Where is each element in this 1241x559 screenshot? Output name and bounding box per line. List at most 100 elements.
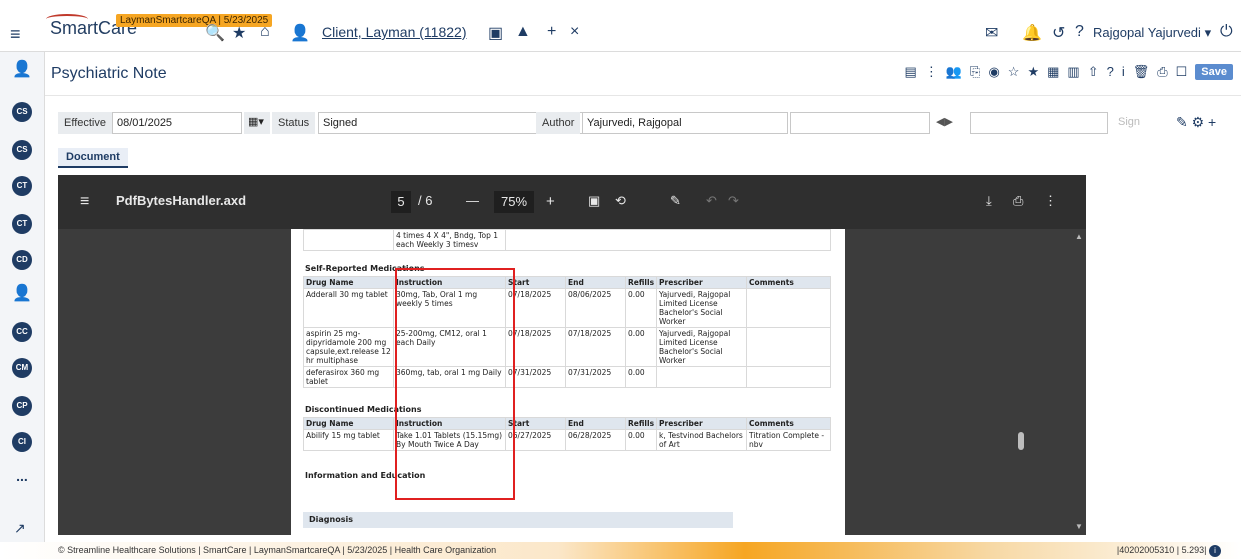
nav-arrows-icon[interactable]: ◀▶ bbox=[932, 112, 970, 134]
client-card-icon[interactable]: ▣ bbox=[488, 23, 503, 43]
calendar-icon[interactable]: ▦ bbox=[1047, 64, 1059, 80]
user-menu[interactable]: Rajgopal Yajurvedi ▾ bbox=[1093, 25, 1211, 41]
table-row: Adderall 30 mg tablet 30mg, Tab, Oral 1 m… bbox=[303, 288, 831, 328]
effective-label: Effective bbox=[58, 112, 114, 134]
scrollbar-thumb[interactable] bbox=[1018, 432, 1024, 450]
viewer-more-icon[interactable]: ⋮ bbox=[1044, 193, 1057, 209]
diagnosis-title: Diagnosis bbox=[303, 512, 733, 528]
book-icon[interactable]: ▥ bbox=[1067, 64, 1079, 80]
sidebar-item-ct-1[interactable]: CT bbox=[12, 176, 32, 196]
goto-icon[interactable]: ◉ bbox=[988, 64, 999, 80]
annotate-icon[interactable]: ✎ bbox=[670, 193, 681, 209]
star-icon[interactable]: ★ bbox=[232, 23, 246, 43]
document-header: Psychiatric Note ▤ ⋮ 👥 ⎘ ◉ ☆ ★ ▦ ▥ ⇧ ? i… bbox=[45, 52, 1241, 96]
star-outline-icon[interactable]: ☆ bbox=[1008, 64, 1020, 80]
sidebar-person-icon-2[interactable]: 👤 bbox=[12, 284, 32, 304]
sidebar-item-cc[interactable]: CC bbox=[12, 322, 32, 342]
left-sidebar: 👤 CS CS CT CT CD 👤 CC CM CP CI ... bbox=[0, 52, 45, 542]
environment-tag: LaymanSmartcareQA | 5/23/2025 bbox=[116, 14, 273, 27]
sidebar-item-cs-2[interactable]: CS bbox=[12, 140, 32, 160]
page-number-input[interactable]: 5 bbox=[391, 191, 411, 213]
download-icon[interactable]: ⤓ bbox=[986, 193, 992, 209]
highlight-box bbox=[395, 268, 515, 500]
search-icon[interactable]: 🔍 bbox=[205, 23, 225, 43]
logo-swoosh bbox=[46, 14, 88, 24]
zoom-in-button[interactable]: + bbox=[546, 193, 555, 210]
star-filled-icon[interactable]: ★ bbox=[1027, 64, 1039, 80]
upload-icon[interactable]: ⇧ bbox=[1088, 64, 1099, 80]
calendar-dropdown-icon[interactable]: ▦▾ bbox=[244, 112, 270, 134]
print-icon[interactable]: ⎙ bbox=[1157, 64, 1167, 80]
delete-icon[interactable]: 🗑 bbox=[1133, 64, 1150, 80]
footer-version: |40202005310 | 5.293| i bbox=[1117, 542, 1221, 559]
alert-icon[interactable]: ▲ bbox=[515, 23, 531, 41]
client-name-link[interactable]: Client, Layman (11822) bbox=[322, 24, 466, 40]
redo-icon[interactable]: ↷ bbox=[728, 193, 739, 209]
viewer-menu-icon[interactable]: ≡ bbox=[80, 193, 89, 211]
sidebar-more-icon[interactable]: ... bbox=[12, 466, 32, 486]
external-link-icon[interactable]: ↗ bbox=[14, 520, 26, 537]
sidebar-item-cp[interactable]: CP bbox=[12, 396, 32, 416]
table-row: Abilify 15 mg tablet Take 1.01 Tablets (1… bbox=[303, 429, 831, 451]
sidebar-item-ct-2[interactable]: CT bbox=[12, 214, 32, 234]
help-icon-2[interactable]: ? bbox=[1107, 64, 1114, 80]
new-document-icon[interactable]: ☐ bbox=[1176, 64, 1188, 80]
footer-copyright: © Streamline Healthcare Solutions | Smar… bbox=[58, 545, 497, 555]
author-label: Author bbox=[536, 112, 581, 134]
status-label: Status bbox=[272, 112, 316, 134]
add-icon[interactable]: + bbox=[547, 23, 556, 41]
table-header-row: Drug Name Instruction Start End Refills Presc… bbox=[303, 417, 831, 430]
tab-document[interactable]: Document bbox=[58, 148, 128, 168]
page-total: / 6 bbox=[418, 193, 433, 208]
pdf-viewer: ≡ PdfBytesHandler.axd 5 / 6 — 75% + ▣ ⟲ … bbox=[58, 175, 1086, 535]
undo-icon[interactable]: ↶ bbox=[706, 193, 717, 209]
page-title: Psychiatric Note bbox=[51, 65, 167, 82]
scroll-up-icon[interactable]: ▲ bbox=[1075, 232, 1083, 241]
top-fragment-table: 4 times 4 X 4", Bndg, Top 1 each Weekly … bbox=[303, 229, 831, 251]
fit-page-icon[interactable]: ▣ bbox=[588, 193, 600, 209]
rotate-icon[interactable]: ⟲ bbox=[615, 193, 626, 209]
document-icon[interactable]: ▤ bbox=[905, 64, 917, 80]
print-pdf-icon[interactable]: ⎙ bbox=[1013, 193, 1023, 209]
blank-field-2[interactable] bbox=[970, 112, 1108, 134]
table-row: aspirin 25 mg-dipyridamole 200 mg capsul… bbox=[303, 327, 831, 367]
sidebar-person-icon[interactable]: 👤 bbox=[12, 60, 32, 80]
sidebar-item-cs-1[interactable]: CS bbox=[12, 102, 32, 122]
footer: © Streamline Healthcare Solutions | Smar… bbox=[0, 542, 1241, 559]
close-client-icon[interactable]: × bbox=[570, 23, 579, 41]
top-navigation-bar: ≡ SmartCare LaymanSmartcareQA | 5/23/202… bbox=[0, 0, 1241, 52]
document-filter-row: Effective 08/01/2025 ▦▾ Status Signed Au… bbox=[58, 112, 1228, 136]
zoom-out-button[interactable]: — bbox=[466, 193, 479, 208]
sidebar-item-cd[interactable]: CD bbox=[12, 250, 32, 270]
copy-icon[interactable]: ⎘ bbox=[970, 64, 980, 80]
info-icon[interactable]: i bbox=[1122, 64, 1125, 80]
scroll-down-icon[interactable]: ▼ bbox=[1075, 522, 1083, 531]
sidebar-item-cm[interactable]: CM bbox=[12, 358, 32, 378]
pdf-scrollbar[interactable] bbox=[1066, 229, 1086, 535]
edit-tools-icon[interactable]: ✎ ⚙ + bbox=[1172, 112, 1228, 134]
save-button[interactable]: Save bbox=[1195, 64, 1233, 80]
help-icon[interactable]: ? bbox=[1075, 23, 1084, 41]
table-header-row: Drug Name Instruction Start End Refills Presc… bbox=[303, 276, 831, 289]
effective-date-field[interactable]: 08/01/2025 bbox=[112, 112, 242, 134]
zoom-level-input[interactable]: 75% bbox=[494, 191, 534, 213]
hamburger-icon[interactable]: ≡ bbox=[10, 24, 21, 45]
sidebar-item-ci[interactable]: CI bbox=[12, 432, 32, 452]
person-icon[interactable]: 👤 bbox=[290, 23, 310, 43]
document-toolbar: ▤ ⋮ 👥 ⎘ ◉ ☆ ★ ▦ ▥ ⇧ ? i 🗑 ⎙ ☐ Save bbox=[905, 64, 1233, 80]
chevron-down-icon: ▾ bbox=[1204, 25, 1212, 40]
power-icon[interactable]: ⏻ bbox=[1220, 23, 1233, 41]
self-reported-table: Drug Name Instruction Start End Refills Presc… bbox=[303, 276, 831, 388]
more-options-icon[interactable]: ⋮ bbox=[925, 64, 938, 80]
discontinued-table: Drug Name Instruction Start End Refills Presc… bbox=[303, 417, 831, 451]
home-icon[interactable]: ⌂ bbox=[260, 23, 270, 41]
table-row: deferasirox 360 mg tablet 360mg, tab, ora… bbox=[303, 366, 831, 388]
notifications-icon[interactable]: 🔔 bbox=[1022, 23, 1042, 43]
history-icon[interactable]: ↺ bbox=[1052, 23, 1065, 43]
info-circle-icon[interactable]: i bbox=[1209, 545, 1221, 557]
sign-button[interactable]: Sign bbox=[1114, 112, 1154, 134]
blank-field-1[interactable] bbox=[790, 112, 930, 134]
author-field[interactable]: Yajurvedi, Rajgopal bbox=[582, 112, 788, 134]
group-icon[interactable]: 👥 bbox=[946, 64, 962, 80]
messages-icon[interactable]: ✉ bbox=[985, 23, 998, 43]
